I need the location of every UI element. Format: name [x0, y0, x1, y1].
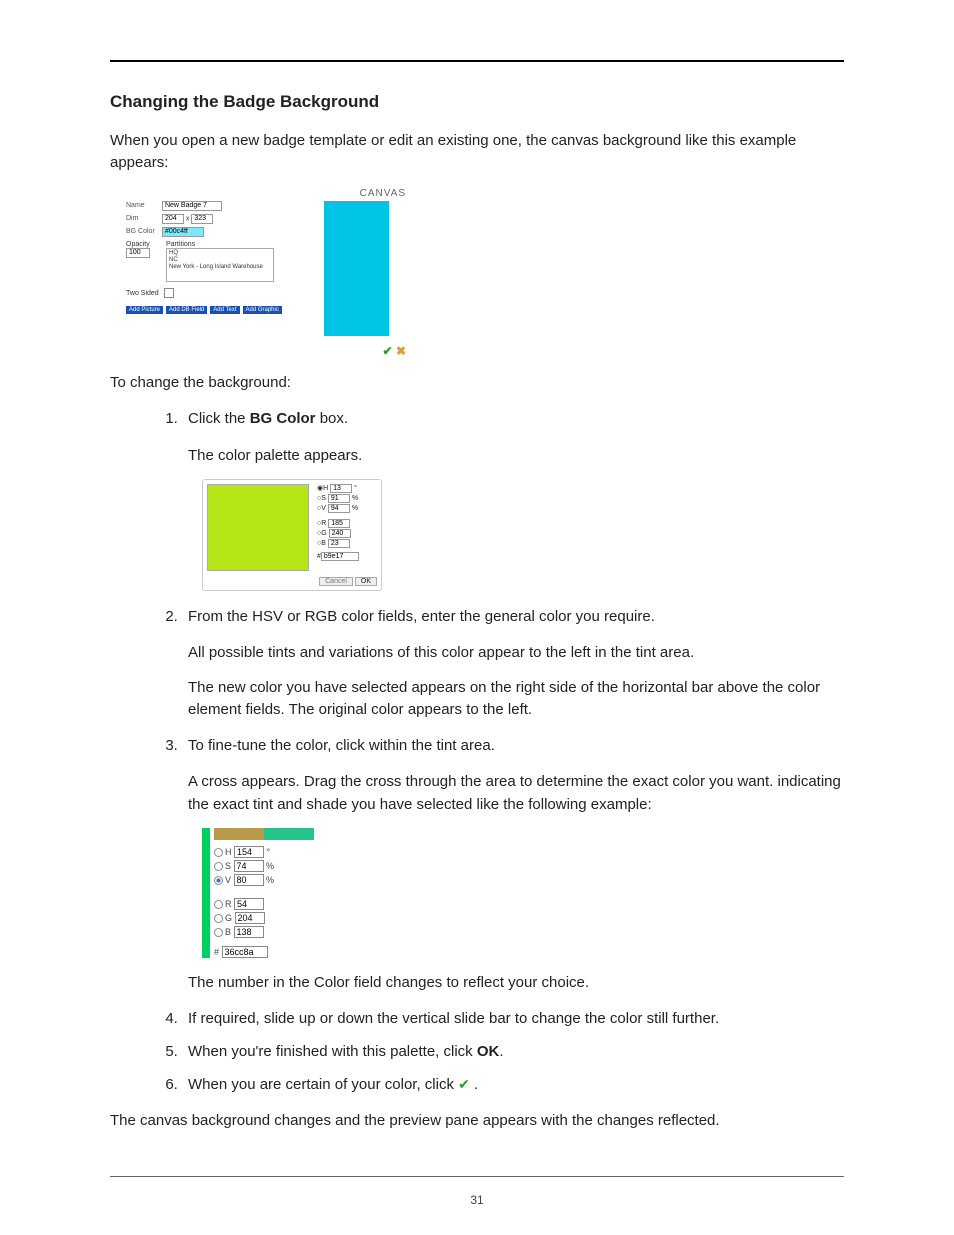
dim-height-input[interactable] [191, 214, 213, 224]
h-input[interactable] [330, 484, 352, 493]
s-label: S [321, 495, 326, 502]
b-input[interactable] [328, 539, 350, 548]
two-sided-label: Two Sided [126, 289, 159, 296]
s-input[interactable] [234, 860, 264, 872]
bg-color-label: BG Color [126, 228, 160, 235]
tint-area[interactable] [207, 484, 309, 571]
s-input[interactable] [328, 494, 350, 503]
radio-r[interactable] [214, 900, 223, 909]
step5-a: When you're finished with this palette, … [188, 1043, 477, 1060]
radio-s[interactable] [214, 862, 223, 871]
step6-a: When you are certain of your color, clic… [188, 1076, 458, 1093]
s-suffix: % [352, 495, 358, 502]
g-label: G [321, 530, 326, 537]
check-icon[interactable]: ✔ [383, 344, 393, 358]
v-label: V [321, 505, 326, 512]
intro-paragraph: When you open a new badge template or ed… [110, 130, 844, 174]
partitions-list[interactable]: HQ NC New York - Long Island Warehouse [166, 248, 274, 282]
step-4: If required, slide up or down the vertic… [182, 1007, 844, 1030]
top-rule [110, 60, 844, 62]
name-input[interactable] [162, 201, 222, 211]
s-suffix: % [266, 861, 274, 871]
h-label: H [225, 847, 232, 857]
change-bg-lead: To change the background: [110, 372, 844, 394]
add-text-button[interactable]: Add Text [210, 306, 239, 314]
radio-v[interactable] [214, 876, 223, 885]
r-label: R [225, 899, 232, 909]
partition-item[interactable]: HQ [169, 250, 271, 257]
v-label: V [225, 875, 231, 885]
add-db-field-button[interactable]: Add DB Field [166, 306, 207, 314]
cancel-icon[interactable]: ✖ [396, 344, 406, 358]
b-label: B [225, 927, 231, 937]
color-picker-figure-2: H ° S % V % R G B # [202, 828, 314, 958]
add-picture-button[interactable]: Add Picture [126, 306, 163, 314]
v-suffix: % [266, 875, 274, 885]
opacity-input[interactable] [126, 248, 150, 258]
ok-button[interactable]: OK [355, 577, 377, 586]
step-3: To fine-tune the color, click within the… [182, 734, 844, 757]
step5-bold: OK [477, 1043, 500, 1060]
check-icon: ✔ [458, 1076, 470, 1092]
h-label: H [323, 485, 328, 492]
s-label: S [225, 861, 231, 871]
hex-input[interactable] [321, 552, 359, 561]
bottom-rule [110, 1176, 844, 1177]
step1-text-c: box. [316, 410, 349, 427]
step-5: When you're finished with this palette, … [182, 1040, 844, 1063]
page-number: 31 [0, 1193, 954, 1207]
dim-width-input[interactable] [162, 214, 184, 224]
color-picker-figure-1: ◉H ° ○S % ○V % ○R ○G ○B # Cancel OK [202, 479, 382, 591]
cancel-button[interactable]: Cancel [319, 577, 353, 586]
g-input[interactable] [329, 529, 351, 538]
radio-h[interactable] [214, 848, 223, 857]
dim-label: Dim [126, 215, 160, 222]
step-6: When you are certain of your color, clic… [182, 1073, 844, 1096]
new-color-swatch [264, 828, 314, 840]
closing-paragraph: The canvas background changes and the pr… [110, 1110, 844, 1132]
two-sided-checkbox[interactable] [164, 288, 174, 298]
add-graphic-button[interactable]: Add Graphic [243, 306, 282, 314]
v-input[interactable] [328, 504, 350, 513]
hue-slider[interactable] [202, 828, 210, 958]
canvas-label: CANVAS [126, 188, 406, 199]
partition-item[interactable]: New York - Long Island Warehouse [169, 264, 271, 271]
step1-text-a: Click the [188, 410, 250, 427]
v-input[interactable] [234, 874, 264, 886]
badge-editor-figure: CANVAS Name Dim x BG Color [126, 188, 406, 358]
name-label: Name [126, 202, 160, 209]
canvas-preview [324, 201, 389, 336]
step-2: From the HSV or RGB color fields, enter … [182, 605, 844, 628]
step5-c: . [499, 1043, 503, 1060]
radio-g[interactable] [214, 914, 223, 923]
old-color-swatch [214, 828, 264, 840]
step2-sub1: All possible tints and variations of thi… [188, 642, 844, 665]
dim-x: x [186, 215, 190, 222]
radio-b[interactable] [214, 928, 223, 937]
hex-input[interactable] [222, 946, 268, 958]
r-label: R [321, 520, 326, 527]
hex-prefix: # [214, 947, 219, 957]
partitions-label: Partitions [166, 241, 274, 248]
g-label: G [225, 913, 232, 923]
b-input[interactable] [234, 926, 264, 938]
partition-item[interactable]: NC [169, 257, 271, 264]
opacity-label: Opacity [126, 241, 166, 248]
step1-sub: The color palette appears. [188, 445, 844, 468]
r-input[interactable] [234, 898, 264, 910]
b-label: B [321, 540, 326, 547]
step2-sub2: The new color you have selected appears … [188, 677, 844, 722]
step3-sub: A cross appears. Drag the cross through … [188, 771, 844, 816]
step-1: Click the BG Color box. [182, 407, 844, 430]
step6-b: . [470, 1076, 478, 1093]
bg-color-input[interactable] [162, 227, 204, 237]
step1-bold: BG Color [250, 410, 316, 427]
r-input[interactable] [328, 519, 350, 528]
v-suffix: % [352, 505, 358, 512]
g-input[interactable] [235, 912, 265, 924]
h-input[interactable] [234, 846, 264, 858]
section-heading: Changing the Badge Background [110, 92, 844, 112]
step3-sub2: The number in the Color field changes to… [188, 972, 844, 995]
